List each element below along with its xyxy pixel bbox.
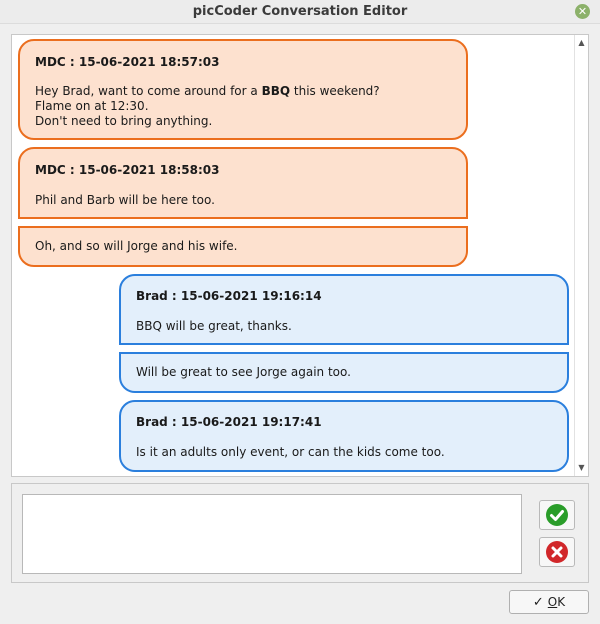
conversation-editor-window: picCoder Conversation Editor ✕ MDC : 15-… <box>0 0 600 624</box>
message-sender: MDC : 15-06-2021 18:57:03 <box>35 55 220 69</box>
scroll-up-icon[interactable]: ▲ <box>575 37 588 49</box>
accept-message-button[interactable] <box>539 500 575 530</box>
scroll-down-icon[interactable]: ▼ <box>575 462 588 474</box>
message-bubble-mdc-continued[interactable]: Oh, and so will Jorge and his wife. <box>18 226 468 267</box>
message-text: Oh, and so will Jorge and his wife. <box>35 239 238 253</box>
message-bubble-brad-continued[interactable]: Will be great to see Jorge again too. <box>119 352 569 393</box>
message-text: Hey Brad, want to come around for a BBQ … <box>35 84 380 98</box>
message-sender: Brad : 15-06-2021 19:16:14 <box>136 289 322 303</box>
message-sender: MDC : 15-06-2021 18:58:03 <box>35 163 220 177</box>
conversation-view[interactable]: MDC : 15-06-2021 18:57:03 Hey Brad, want… <box>11 34 589 477</box>
close-window-button[interactable]: ✕ <box>575 4 590 19</box>
scroll-thumb[interactable] <box>578 51 585 459</box>
message-text: Don't need to bring anything. <box>35 114 213 128</box>
message-text: Will be great to see Jorge again too. <box>136 365 351 379</box>
message-bubble-brad[interactable]: Brad : 15-06-2021 19:16:14 BBQ will be g… <box>119 274 569 345</box>
message-sender: Brad : 15-06-2021 19:17:41 <box>136 415 322 429</box>
message-bubble-brad[interactable]: Brad : 15-06-2021 19:17:41 Is it an adul… <box>119 400 569 472</box>
checkmark-circle-icon <box>546 504 568 526</box>
title-bar: picCoder Conversation Editor ✕ <box>0 0 600 24</box>
message-bubble-mdc[interactable]: MDC : 15-06-2021 18:58:03 Phil and Barb … <box>18 147 468 219</box>
close-circle-icon <box>546 541 568 563</box>
message-text: BBQ will be great, thanks. <box>136 319 292 333</box>
checkmark-icon: ✓ <box>532 594 544 610</box>
conversation-scrollbar[interactable]: ▲ ▼ <box>574 35 588 476</box>
ok-button[interactable]: ✓ OK <box>509 590 589 614</box>
discard-message-button[interactable] <box>539 537 575 567</box>
message-text: Flame on at 12:30. <box>35 99 149 113</box>
message-text: Is it an adults only event, or can the k… <box>136 445 445 459</box>
window-title: picCoder Conversation Editor <box>192 4 408 19</box>
message-input[interactable] <box>22 494 522 574</box>
ok-button-label: OK <box>547 595 566 609</box>
message-entry-panel <box>11 483 589 583</box>
message-text: Phil and Barb will be here too. <box>35 193 215 207</box>
message-bubble-mdc[interactable]: MDC : 15-06-2021 18:57:03 Hey Brad, want… <box>18 39 468 140</box>
